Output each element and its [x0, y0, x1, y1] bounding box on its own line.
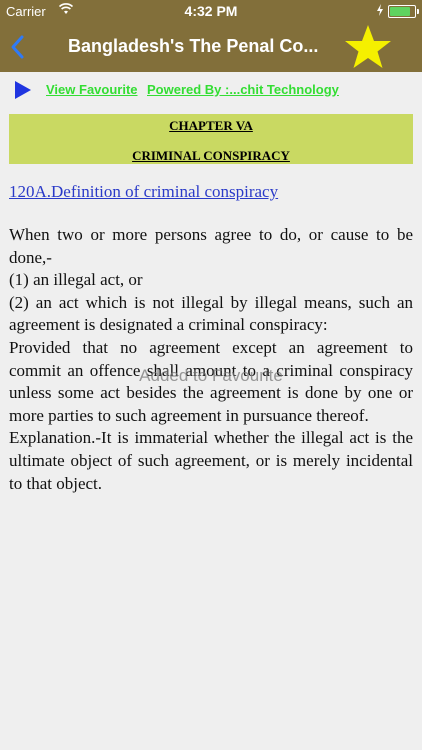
- chapter-header: CHAPTER VA CRIMINAL CONSPIRACY: [9, 114, 413, 164]
- paragraph: (1) an illegal act, or: [9, 270, 143, 290]
- toolbar: View Favourite Powered By :...chit Techn…: [0, 72, 422, 108]
- back-chevron-icon[interactable]: [8, 34, 28, 60]
- status-bar: Carrier 4:32 PM: [0, 0, 422, 22]
- navigation-bar: Bangladesh's The Penal Co...: [0, 22, 422, 72]
- charging-icon: [377, 4, 383, 16]
- added-to-favourite-toast: Added to Favourite: [139, 366, 283, 385]
- battery-icon: [388, 5, 419, 18]
- paragraph: When two or more persons agree to do, or…: [9, 225, 413, 267]
- chapter-title: CRIMINAL CONSPIRACY: [132, 148, 290, 163]
- chapter-number: CHAPTER VA: [169, 118, 253, 133]
- view-favourite-link[interactable]: View Favourite: [46, 82, 138, 97]
- clock: 4:32 PM: [184, 3, 238, 19]
- page-title: Bangladesh's The Penal Co...: [68, 36, 319, 56]
- favourite-star-icon[interactable]: [344, 24, 392, 70]
- play-icon[interactable]: [12, 80, 32, 100]
- paragraph: (2) an act which is not illegal by illeg…: [9, 292, 413, 335]
- section-body: When two or more persons agree to do, or…: [9, 224, 413, 495]
- paragraph: Explanation.-It is immaterial whether th…: [9, 428, 413, 493]
- powered-by-link[interactable]: Powered By :...chit Technology: [147, 82, 339, 97]
- section-heading-link[interactable]: 120A.Definition of criminal conspiracy: [9, 182, 278, 202]
